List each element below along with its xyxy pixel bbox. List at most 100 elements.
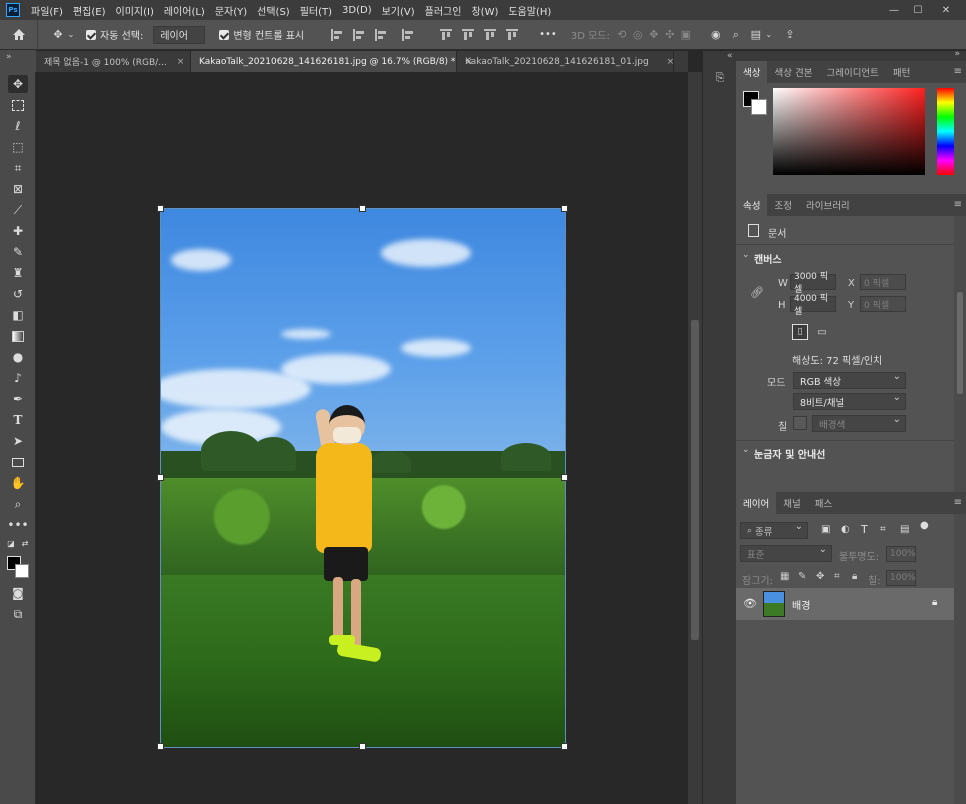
align-vcenter-icon[interactable] — [462, 28, 475, 41]
panel-menu-icon[interactable]: ≡ — [954, 66, 962, 77]
chevron-down-icon[interactable]: ⌄ — [66, 27, 76, 43]
edit-toolbar-icon[interactable]: ••• — [7, 516, 28, 534]
align-right-icon[interactable] — [375, 28, 387, 41]
swap-colors-icon[interactable]: ⇄ — [20, 538, 30, 548]
transform-handle-br[interactable] — [561, 743, 568, 750]
workspace-icon[interactable]: ▤ — [748, 27, 764, 43]
panel-menu-icon[interactable]: ≡ — [954, 497, 962, 508]
auto-select-checkbox[interactable] — [86, 29, 96, 40]
stamp-tool-icon[interactable]: ♜ — [8, 264, 28, 282]
lock-artboard-icon[interactable]: ⌗ — [834, 571, 840, 582]
menu-file[interactable]: 파일(F) — [26, 3, 68, 18]
tab-color[interactable]: 색상 — [736, 61, 768, 83]
rectangle-tool-icon[interactable] — [8, 453, 28, 471]
screen-mode-icon[interactable]: ⧉ — [8, 605, 28, 623]
tab-gradients[interactable]: 그레이디언트 — [819, 61, 885, 83]
distribute-vertical-icon[interactable] — [402, 28, 414, 41]
eyedropper-tool-icon[interactable]: ⟋ — [8, 201, 28, 219]
tab-patterns[interactable]: 패턴 — [886, 61, 917, 83]
transform-handle-tl[interactable] — [157, 205, 164, 212]
tab-layers[interactable]: 레이어 — [736, 492, 777, 514]
canvas-vertical-scrollbar[interactable] — [688, 72, 702, 804]
chevron-down-icon[interactable]: ⌄ — [742, 250, 750, 260]
document-image[interactable] — [160, 208, 566, 748]
menu-window[interactable]: 창(W) — [466, 3, 503, 18]
home-icon[interactable] — [0, 19, 38, 50]
hue-slider[interactable] — [937, 88, 954, 175]
bit-depth-dropdown[interactable]: 8비트/채널 — [793, 392, 906, 410]
quick-select-tool-icon[interactable]: ⬚ — [8, 138, 28, 156]
properties-scrollbar[interactable] — [954, 216, 966, 492]
pen-tool-icon[interactable]: ✒ — [8, 390, 28, 408]
lock-transparency-icon[interactable]: ▦ — [780, 571, 789, 582]
color-picker-field[interactable] — [773, 88, 925, 175]
transform-handle-tr[interactable] — [561, 205, 568, 212]
align-left-icon[interactable] — [331, 28, 343, 41]
zoom-tool-icon[interactable]: ⌕ — [8, 495, 28, 513]
history-panel-icon[interactable]: ⎘ — [710, 69, 730, 87]
transform-handle-tc[interactable] — [359, 205, 366, 212]
canvas-area[interactable] — [37, 72, 688, 804]
move-tool-icon[interactable]: ✥ — [8, 75, 28, 93]
color-mode-dropdown[interactable]: RGB 색상 — [793, 371, 906, 389]
close-icon[interactable]: ✕ — [934, 0, 958, 20]
distribute-horizontal-icon[interactable] — [506, 28, 519, 41]
scrollbar-thumb[interactable] — [691, 320, 699, 640]
transform-handle-bc[interactable] — [359, 743, 366, 750]
adjustment-filter-icon[interactable]: ◐ — [841, 524, 850, 535]
width-field[interactable]: 3000 픽셀 — [790, 272, 836, 295]
crop-tool-icon[interactable]: ⌗ — [8, 159, 28, 177]
transform-handle-ml[interactable] — [157, 474, 164, 481]
collapse-panels-icon[interactable]: » — [954, 49, 960, 59]
menu-type[interactable]: 문자(Y) — [210, 3, 252, 18]
menu-plugins[interactable]: 플러그인 — [420, 3, 467, 18]
background-color-swatch[interactable] — [751, 99, 767, 115]
blur-tool-icon[interactable]: ● — [8, 348, 28, 366]
healing-brush-icon[interactable]: ✚ — [8, 222, 28, 240]
menu-edit[interactable]: 편집(E) — [68, 3, 111, 18]
lock-all-icon[interactable]: 🔒︎ — [852, 571, 857, 582]
minimize-icon[interactable]: — — [882, 0, 906, 20]
chevron-down-icon[interactable]: ⌄ — [742, 445, 750, 455]
lock-pixels-icon[interactable]: ✎ — [798, 571, 806, 582]
tab-adjustments[interactable]: 조정 — [767, 194, 798, 216]
pixel-filter-icon[interactable]: ▣ — [821, 524, 830, 535]
menu-3d[interactable]: 3D(D) — [337, 5, 377, 16]
tab-paths[interactable]: 패스 — [808, 492, 839, 514]
menu-help[interactable]: 도움말(H) — [503, 3, 556, 18]
brush-tool-icon[interactable]: ✎ — [8, 243, 28, 261]
height-field[interactable]: 4000 픽셀 — [790, 294, 836, 317]
menu-layer[interactable]: 레이어(L) — [159, 3, 210, 18]
tab-properties[interactable]: 속성 — [736, 194, 768, 216]
path-select-icon[interactable]: ➤ — [8, 432, 28, 450]
more-options-button[interactable]: ••• — [539, 29, 557, 40]
workspace-chevron-icon[interactable]: ⌄ — [764, 27, 774, 43]
tab-close-icon[interactable]: × — [177, 57, 185, 67]
default-colors-icon[interactable]: ◪ — [6, 538, 16, 548]
type-filter-icon[interactable]: T — [861, 523, 868, 536]
transform-handle-mr[interactable] — [561, 474, 568, 481]
marquee-tool-icon[interactable] — [8, 96, 28, 114]
share-icon[interactable]: ⇪ — [782, 27, 798, 43]
history-brush-icon[interactable]: ↺ — [8, 285, 28, 303]
hand-tool-icon[interactable]: ✋ — [8, 474, 28, 492]
tab-close-icon[interactable]: × — [667, 57, 675, 67]
move-tool-icon[interactable]: ✥ — [50, 27, 66, 43]
panel-menu-icon[interactable]: ≡ — [954, 199, 962, 210]
landscape-orientation-icon[interactable]: ▭ — [814, 324, 830, 340]
quick-mask-icon[interactable]: ◙ — [8, 584, 28, 602]
maximize-icon[interactable]: ☐ — [906, 0, 930, 20]
tab-swatches[interactable]: 색상 견본 — [767, 61, 819, 83]
background-color-swatch[interactable] — [15, 564, 29, 578]
tab-libraries[interactable]: 라이브러리 — [799, 194, 857, 216]
shape-filter-icon[interactable]: ⌗ — [880, 524, 886, 535]
expand-panels-icon[interactable]: « — [727, 51, 733, 61]
layer-filter-dropdown[interactable]: ⌕ 종류 — [740, 521, 808, 539]
transform-handle-bl[interactable] — [157, 743, 164, 750]
menu-filter[interactable]: 필터(T) — [295, 3, 337, 18]
visibility-eye-icon[interactable]: 👁︎ — [743, 597, 757, 610]
tab-kakaotalk-active[interactable]: KakaoTalk_20210628_141626181.jpg @ 16.7%… — [191, 51, 473, 72]
menu-view[interactable]: 보기(V) — [377, 3, 420, 18]
auto-select-dropdown[interactable]: 레이어 — [153, 25, 206, 44]
tab-untitled[interactable]: 제목 없음-1 @ 100% (RGB/... × — [36, 51, 191, 72]
